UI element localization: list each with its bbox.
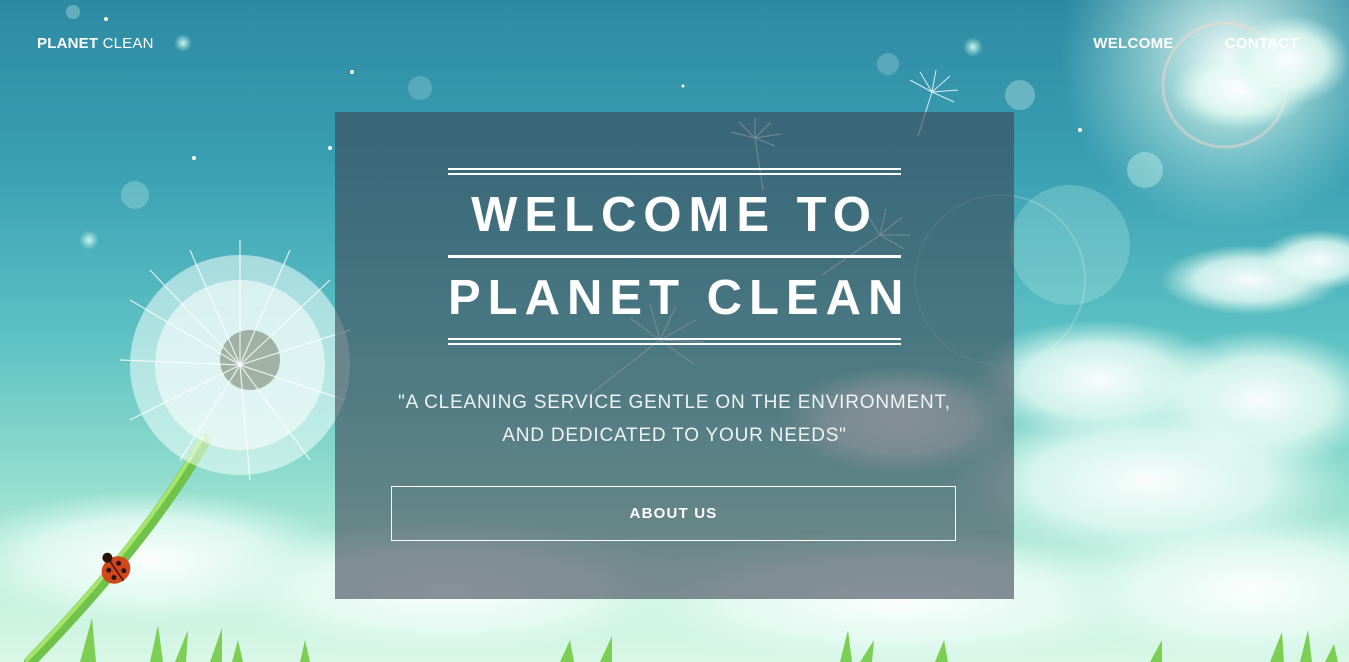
title-line-1: WELCOME TO: [471, 188, 878, 242]
tagline: "A CLEANING SERVICE GENTLE ON THE ENVIRO…: [335, 386, 1014, 452]
brand-light-text: CLEAN: [102, 35, 154, 52]
nav-link-contact[interactable]: CONTACT: [1225, 35, 1299, 52]
title-rule-bottom: [448, 338, 901, 345]
welcome-panel: WELCOME TO PLANET CLEAN "A CLEANING SERV…: [335, 112, 1014, 599]
title-line-2: PLANET CLEAN: [448, 271, 911, 325]
brand-bold-text: PLANET: [37, 35, 99, 52]
nav-link-welcome[interactable]: WELCOME: [1093, 35, 1173, 52]
tagline-line-2: AND DEDICATED TO YOUR NEEDS": [502, 425, 847, 446]
title-rule-top: [448, 168, 901, 175]
welcome-title-block: WELCOME TO PLANET CLEAN: [448, 168, 911, 345]
brand-logo[interactable]: PLANET CLEAN: [37, 35, 154, 52]
top-navbar: PLANET CLEAN WELCOME CONTACT: [0, 0, 1349, 88]
tagline-line-1: "A CLEANING SERVICE GENTLE ON THE ENVIRO…: [398, 392, 951, 413]
nav-links: WELCOME CONTACT: [1093, 35, 1299, 52]
about-us-button[interactable]: ABOUT US: [391, 486, 956, 541]
hero-section: PLANET CLEAN WELCOME CONTACT WELCOME TO …: [0, 0, 1349, 662]
